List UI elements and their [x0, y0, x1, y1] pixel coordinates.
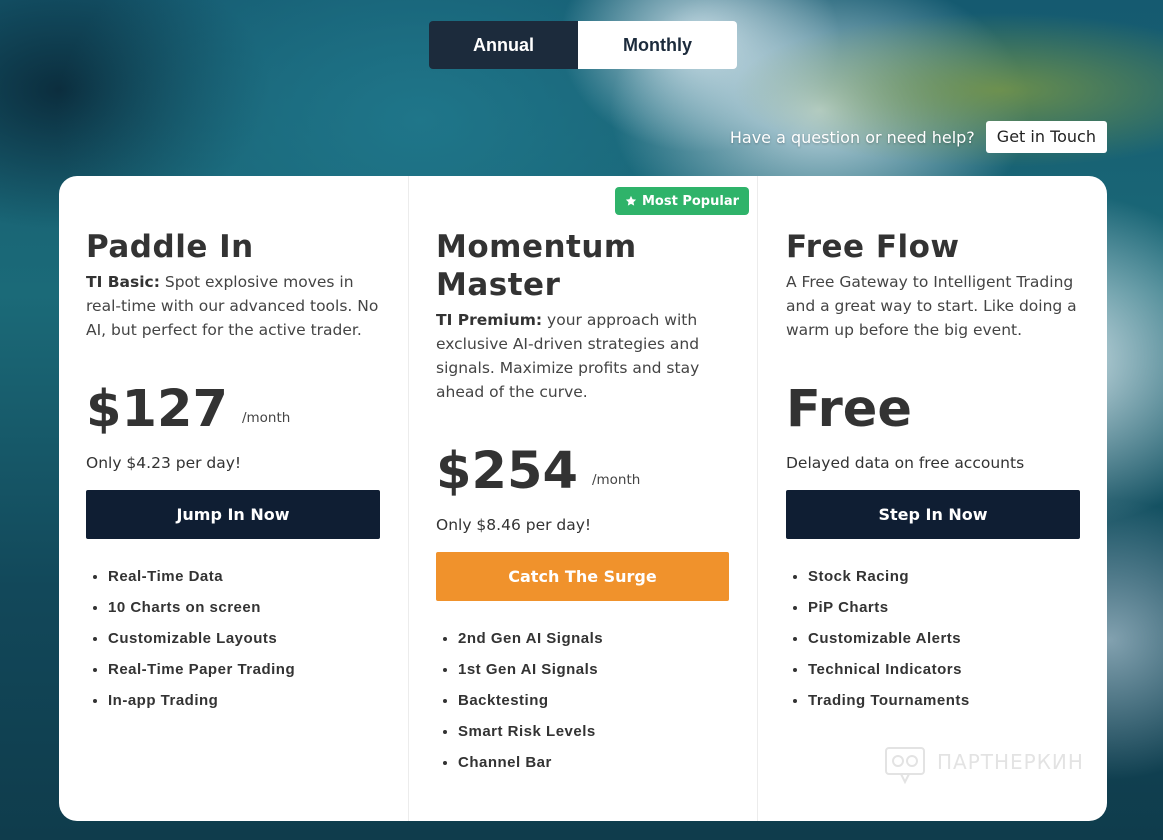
plan-price: Free — [786, 380, 912, 439]
feature-item: PiP Charts — [808, 592, 1080, 623]
plan-price: $127 — [86, 380, 228, 439]
monthly-toggle-button[interactable]: Monthly — [578, 21, 737, 69]
feature-list: Stock Racing PiP Charts Customizable Ale… — [786, 561, 1080, 716]
feature-item: Backtesting — [458, 685, 730, 716]
plan-tier: TI Premium: — [436, 311, 543, 329]
plan-price: $254 — [436, 442, 578, 501]
plan-paddle-in: Paddle In TI Basic: Spot explosive moves… — [59, 176, 408, 821]
price-row: $254 /month — [436, 426, 730, 502]
feature-list: Real-Time Data 10 Charts on screen Custo… — [86, 561, 381, 716]
badge-label: Most Popular — [642, 193, 740, 209]
jump-in-now-button[interactable]: Jump In Now — [86, 490, 380, 539]
plan-description: TI Basic: Spot explosive moves in real-t… — [86, 270, 381, 342]
price-per-day: Only $4.23 per day! — [86, 454, 242, 472]
feature-item: 2nd Gen AI Signals — [458, 623, 730, 654]
feature-item: Real-Time Data — [108, 561, 381, 592]
plan-free-flow: Free Flow A Free Gateway to Intelligent … — [757, 176, 1107, 821]
catch-the-surge-button[interactable]: Catch The Surge — [436, 552, 729, 601]
partnerkin-logo-icon — [885, 747, 925, 784]
step-in-now-button[interactable]: Step In Now — [786, 490, 1080, 539]
watermark: ПАРТНЕРКИН — [883, 740, 1084, 784]
price-per-day: Only $8.46 per day! — [436, 516, 592, 534]
feature-item: 1st Gen AI Signals — [458, 654, 730, 685]
price-row: Free — [786, 364, 1080, 440]
feature-item: Customizable Layouts — [108, 623, 381, 654]
plan-momentum-master: Most Popular Momentum Master TI Premium:… — [408, 176, 757, 821]
feature-item: Real-Time Paper Trading — [108, 654, 381, 685]
feature-list: 2nd Gen AI Signals 1st Gen AI Signals Ba… — [436, 623, 730, 778]
watermark-text: ПАРТНЕРКИН — [937, 750, 1084, 774]
feature-item: Smart Risk Levels — [458, 716, 730, 747]
annual-toggle-button[interactable]: Annual — [429, 21, 578, 69]
feature-item: Customizable Alerts — [808, 623, 1080, 654]
price-period: /month — [591, 472, 641, 488]
feature-item: Channel Bar — [458, 747, 730, 778]
price-row: $127 /month — [86, 364, 381, 440]
pricing-card: Paddle In TI Basic: Spot explosive moves… — [59, 176, 1107, 821]
plan-title: Paddle In — [86, 229, 254, 265]
plan-description: TI Premium: your approach with exclusive… — [436, 308, 730, 404]
feature-item: Trading Tournaments — [808, 685, 1080, 716]
plan-title: Free Flow — [786, 229, 960, 265]
feature-item: Technical Indicators — [808, 654, 1080, 685]
help-question: Have a question or need help? — [729, 127, 975, 147]
help-bar: Have a question or need help? Get in Tou… — [730, 121, 1107, 153]
feature-item: Stock Racing — [808, 561, 1080, 592]
price-note: Delayed data on free accounts — [786, 454, 1025, 472]
plan-title: Momentum Master — [436, 229, 637, 303]
plan-tier: TI Basic: — [86, 273, 160, 291]
feature-item: In-app Trading — [108, 685, 381, 716]
billing-toggle: Annual Monthly — [429, 21, 737, 69]
star-icon — [625, 195, 637, 206]
get-in-touch-button[interactable]: Get in Touch — [985, 121, 1107, 153]
plan-description: A Free Gateway to Intelligent Trading an… — [786, 273, 1077, 339]
feature-item: 10 Charts on screen — [108, 592, 381, 623]
price-period: /month — [241, 410, 291, 426]
most-popular-badge: Most Popular — [615, 187, 750, 215]
